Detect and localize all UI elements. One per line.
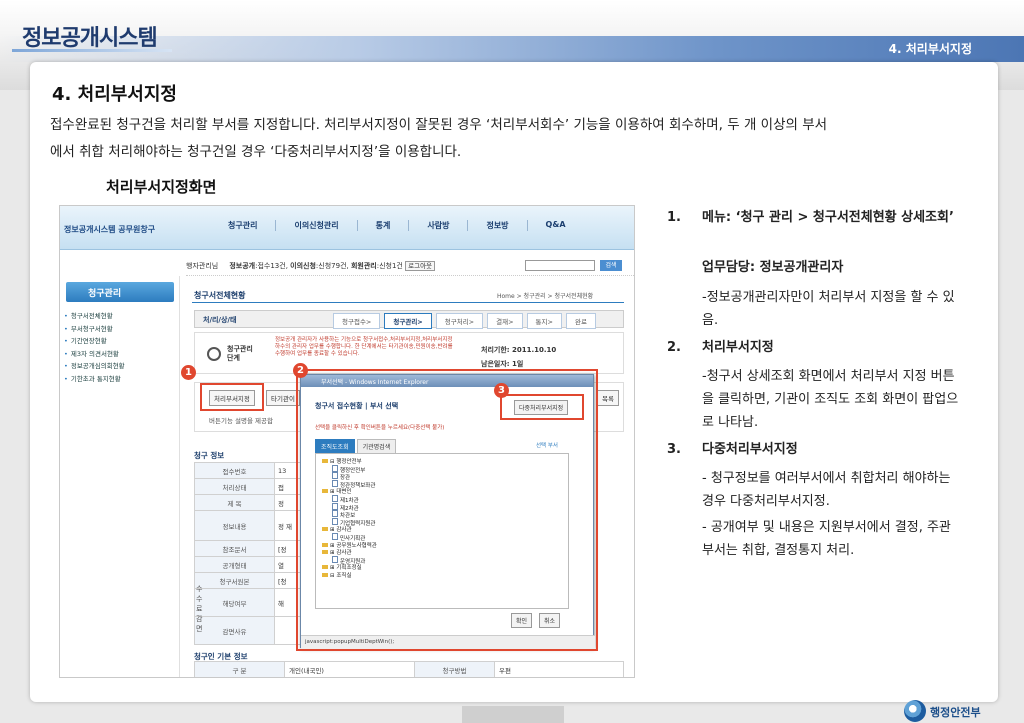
app-logo: 정보공개시스템 공무원창구 [64, 225, 156, 234]
table-value: 개인(내국인) [284, 661, 415, 677]
lnav-item[interactable]: 부서청구서현황 [64, 323, 125, 336]
table-key: 구 분 [194, 661, 285, 677]
item-note: -정보공개관리자만이 처리부서 지정을 할 수 있음. [702, 290, 955, 328]
phase-icon [207, 347, 221, 361]
step-item-active: 청구관리> [384, 313, 432, 329]
deadline-info: 처리기한: 2011.10.10 남은일자: 1일 [481, 343, 556, 371]
page-heading: 4. 처리부서지정 [52, 84, 177, 105]
lnav-item[interactable]: 청구서전체현황 [64, 310, 125, 323]
ministry-name: 행정안전부 [930, 706, 981, 719]
info-count: :접수13건, [255, 262, 288, 270]
logout-button[interactable]: 로그아웃 [405, 261, 436, 271]
list-button[interactable]: 목록 [597, 390, 619, 406]
table-value: 우편 [494, 661, 624, 677]
lnav-item[interactable]: 기한초과 통지현황 [64, 373, 125, 386]
phase-description: 정보공개 관리자가 사용하는 기능으로 청구서접수,처리부서지정,처리부서지정하… [275, 337, 453, 357]
lnav-title[interactable]: 청구관리 [66, 282, 174, 302]
item-title: 메뉴: ‘청구 관리 > 청구서전체현황 상세조회’ [702, 210, 954, 225]
section-tag: 4. 처리부서지정 [888, 42, 972, 56]
ministry-emblem-icon [904, 700, 926, 722]
table-row: 구 분 개인(내국인) 청구방법 우편 [194, 661, 624, 677]
item-number: 3. [667, 442, 681, 457]
intro-line-2: 에서 취합 처리해야하는 청구건일 경우 ‘다중처리부서지정’을 이용합니다. [50, 144, 462, 160]
table-key: 참조문서 [194, 540, 275, 557]
callout-badge-2: 2 [293, 363, 308, 378]
table-key: 청구방법 [414, 661, 495, 677]
intro-paragraph: 접수완료된 청구건을 처리할 부서를 지정합니다. 처리부서지정이 잘못된 경우… [50, 112, 970, 166]
fee-reduction-label: 수수료감면 [196, 585, 203, 633]
app-search-input[interactable] [525, 260, 595, 271]
app-screenshot: 정보공개시스템 공무원창구 청구관리 이의신청관리 통계 사람방 정보방 Q&A… [59, 205, 635, 678]
step-item: 통지> [526, 313, 562, 329]
topnav-item[interactable]: 정보방 [468, 220, 528, 231]
content-title: 청구서전체현황 [194, 291, 246, 300]
step-item: 청구접수> [333, 313, 381, 329]
process-status-bar: 처/리/상/태 청구접수> 청구관리> 청구처리> 결재> 통지> 완료 [194, 310, 624, 329]
phase-name-line: 청구관리 [227, 345, 253, 353]
user-name: 행자관리님 [186, 262, 219, 270]
member-admin-count: :신청1건 [376, 262, 403, 270]
topnav-item[interactable]: 이의신청관리 [276, 220, 358, 231]
app-top-nav: 청구관리 이의신청관리 통계 사람방 정보방 Q&A [210, 220, 584, 231]
phase-box: 청구관리 단계 정보공개 관리자가 사용하는 기능으로 청구서접수,처리부서지정… [194, 332, 624, 374]
item-number: 1. [667, 210, 681, 225]
intro-line-1: 접수완료된 청구건을 처리할 부서를 지정합니다. 처리부서지정이 잘못된 경우… [50, 117, 828, 133]
table-key: 접수번호 [194, 462, 275, 479]
status-steps: 청구접수> 청구관리> 청구처리> 결재> 통지> 완료 [333, 313, 596, 329]
title-underline [12, 49, 172, 52]
item-owner: 업무담당: 정보공개관리자 [702, 260, 844, 275]
topnav-item[interactable]: 사람방 [409, 220, 469, 231]
step-item: 결재> [487, 313, 523, 329]
page-tab [462, 706, 564, 723]
item-note: - 공개여부 및 내용은 지원부서에서 결정, 주관부서는 취합, 결정통지 처… [702, 520, 951, 558]
screen-subheading: 처리부서지정화면 [106, 178, 217, 196]
callout-badge-3: 3 [494, 383, 509, 398]
objection-count: :신청79건, [315, 262, 349, 270]
claim-info-title: 청구 정보 [194, 451, 225, 460]
member-admin-label: 회원관리 [350, 262, 377, 270]
callout-badge-1: 1 [181, 365, 196, 380]
breadcrumb: Home > 청구관리 > 청구서전체현황 [497, 293, 594, 300]
topnav-item[interactable]: 청구관리 [210, 220, 277, 231]
phase-name-line: 단계 [227, 354, 240, 362]
table-key: 처리상태 [194, 478, 275, 495]
lnav-item[interactable]: 기간연장현황 [64, 335, 125, 348]
button-help-text: 버튼기능 설명을 제공합 [209, 417, 273, 425]
topnav-item[interactable]: Q&A [528, 220, 584, 231]
lnav-item[interactable]: 정보공개심의회현황 [64, 360, 125, 373]
requester-info-table: 구 분 개인(내국인) 청구방법 우편 [194, 661, 624, 677]
status-label: 처/리/상/태 [203, 316, 237, 324]
item-number: 2. [667, 340, 681, 355]
title-divider [192, 302, 624, 303]
callout-ring-1 [200, 383, 264, 411]
item-title: 다중처리부서지정 [702, 442, 798, 457]
phase-name: 청구관리 단계 [227, 345, 253, 363]
transfer-button[interactable]: 타기관이 [266, 390, 300, 406]
info-label: 정보공개 [229, 262, 256, 270]
app-search-button[interactable]: 검색 [600, 260, 622, 271]
topnav-item[interactable]: 통계 [358, 220, 410, 231]
step-item: 완료 [565, 313, 596, 329]
system-title: 정보공개시스템 [22, 26, 158, 51]
deadline-date: 처리기한: 2011.10.10 [481, 346, 557, 354]
callout-ring-3 [500, 394, 584, 420]
app-left-nav: 청구관리 청구서전체현황 부서청구서현황 기간연장현황 제3자 의견서현황 정보… [60, 276, 180, 677]
objection-label: 이의신청 [290, 262, 316, 270]
item-title: 처리부서지정 [702, 340, 774, 355]
table-key: 제 목 [194, 494, 275, 511]
lnav-item[interactable]: 제3자 의견서현황 [64, 348, 125, 361]
step-item: 청구처리> [435, 313, 484, 329]
table-key: 정보내용 [194, 510, 275, 541]
item-note: - 청구정보를 여러부서에서 취합처리 해야하는 경우 다중처리부서지정. [702, 471, 951, 509]
table-key: 공개형태 [194, 556, 275, 573]
item-note: -청구서 상세조회 화면에서 처리부서 지정 버튼을 클릭하면, 기관이 조직도… [702, 369, 959, 430]
